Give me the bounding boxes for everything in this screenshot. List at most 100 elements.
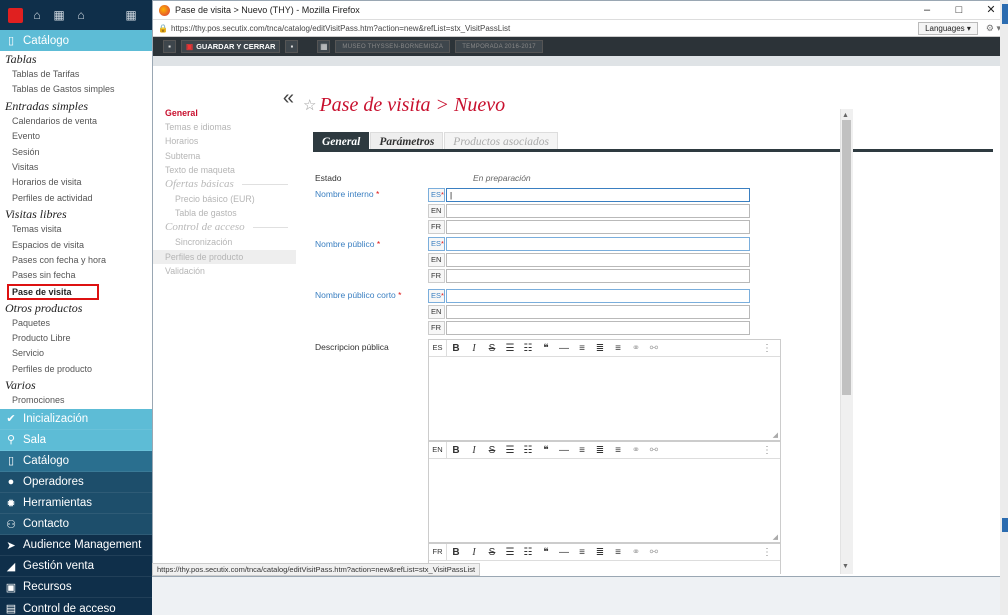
url-bar[interactable]: 🔒 https://thy.pos.secutix.com/tnca/catal… — [153, 19, 1007, 37]
save-copy-icon[interactable]: ▪ — [285, 40, 299, 53]
form-nav-item[interactable]: Subtema — [153, 149, 296, 163]
form-nav-item[interactable]: Texto de maqueta — [153, 163, 296, 177]
sidebar-item[interactable]: Espacios de visita — [0, 238, 152, 253]
form-nav-item[interactable]: Perfiles de producto — [153, 249, 296, 264]
nombre-publico-es-input[interactable] — [446, 237, 750, 251]
minimize-button[interactable]: – — [911, 1, 943, 19]
sidebar-category[interactable]: ◢ Gestión venta — [0, 556, 152, 578]
align-left-icon[interactable]: ≡ — [573, 343, 591, 354]
nombre-interno-fr-input[interactable] — [446, 220, 750, 234]
sidebar-category[interactable]: ⚲ Sala — [0, 429, 152, 451]
sidebar-item[interactable]: Servicio — [0, 346, 152, 361]
italic-icon[interactable]: I — [465, 547, 483, 558]
bullet-list-icon[interactable]: ☰ — [501, 343, 519, 354]
sidebar-item[interactable]: Evento — [0, 129, 152, 144]
maximize-button[interactable]: □ — [943, 1, 975, 19]
descripcion-en-textarea[interactable]: ◢ — [429, 459, 780, 542]
sidebar-item[interactable]: Pases con fecha y hora — [0, 253, 152, 268]
align-right-icon[interactable]: ≡ — [609, 445, 627, 456]
bold-icon[interactable]: B — [447, 343, 465, 354]
red-square-icon[interactable] — [8, 7, 23, 23]
align-center-icon[interactable]: ≣ — [591, 445, 609, 456]
sidebar-category[interactable]: ▯ Catálogo — [0, 450, 152, 472]
sidebar-category[interactable]: ▤ Control de acceso — [0, 598, 152, 615]
sidebar-item[interactable]: Visitas — [0, 160, 152, 175]
nombre-publico-corto-es-input[interactable] — [446, 289, 750, 303]
italic-icon[interactable]: I — [465, 343, 483, 354]
section-header-catalogo[interactable]: ▯ Catálogo — [0, 30, 152, 51]
numbered-list-icon[interactable]: ☷ — [519, 445, 537, 456]
align-right-icon[interactable]: ≡ — [609, 547, 627, 558]
unlink-icon[interactable]: ⚯ — [645, 547, 663, 558]
resize-grip-icon[interactable]: ◢ — [773, 533, 778, 541]
link-icon[interactable]: ⚭ — [627, 547, 645, 558]
sidebar-item[interactable]: Pases sin fecha — [0, 268, 152, 283]
align-center-icon[interactable]: ≣ — [591, 547, 609, 558]
link-icon[interactable]: ⚭ — [627, 343, 645, 354]
more-options-icon[interactable]: ⋮ — [762, 445, 772, 456]
nombre-publico-en-input[interactable] — [446, 253, 750, 267]
tab-productos-asociados[interactable]: Productos asociados — [444, 132, 559, 150]
url-text[interactable]: https://thy.pos.secutix.com/tnca/catalog… — [171, 24, 918, 33]
quote-icon[interactable]: ❝ — [537, 445, 555, 456]
strikethrough-icon[interactable]: S — [483, 343, 501, 354]
form-nav-item[interactable]: Sincronización — [153, 235, 296, 249]
building-icon[interactable]: ▦ — [51, 7, 67, 23]
form-nav-item[interactable]: Horarios — [153, 134, 296, 148]
bullet-list-icon[interactable]: ☰ — [501, 547, 519, 558]
unlink-icon[interactable]: ⚯ — [645, 445, 663, 456]
save-close-button[interactable]: ▣ GUARDAR Y CERRAR — [181, 40, 281, 53]
scroll-down-icon[interactable]: ▼ — [842, 563, 849, 570]
more-options-icon[interactable]: ⋮ — [762, 343, 772, 354]
more-options-icon[interactable]: ⋮ — [762, 547, 772, 558]
save-icon[interactable]: ▪ — [163, 40, 176, 53]
nombre-publico-corto-fr-input[interactable] — [446, 321, 750, 335]
quote-icon[interactable]: ❝ — [537, 547, 555, 558]
nombre-interno-es-input[interactable] — [446, 188, 750, 202]
scroll-up-icon[interactable]: ▲ — [842, 112, 849, 119]
horizontal-rule-icon[interactable]: — — [555, 547, 573, 558]
sidebar-item[interactable]: Sesión — [0, 145, 152, 160]
align-center-icon[interactable]: ≣ — [591, 343, 609, 354]
numbered-list-icon[interactable]: ☷ — [519, 343, 537, 354]
sidebar-category[interactable]: ● Operadores — [0, 471, 152, 494]
nombre-interno-en-input[interactable] — [446, 204, 750, 218]
descripcion-fr-textarea[interactable] — [429, 561, 780, 574]
align-right-icon[interactable]: ≡ — [609, 343, 627, 354]
nombre-publico-corto-en-input[interactable] — [446, 305, 750, 319]
quote-icon[interactable]: ❝ — [537, 343, 555, 354]
form-nav-item[interactable]: Tabla de gastos — [153, 206, 296, 220]
sidebar-category[interactable]: ▣ Recursos — [0, 577, 152, 599]
sidebar-item[interactable]: Pase de visita — [7, 283, 99, 300]
bullet-list-icon[interactable]: ☰ — [501, 445, 519, 456]
sidebar-item[interactable]: Temas visita — [0, 222, 152, 237]
sidebar-category[interactable]: ⚇ Contacto — [0, 514, 152, 536]
sidebar-category[interactable]: ✔ Inicialización — [0, 408, 152, 430]
resize-grip-icon[interactable]: ◢ — [773, 431, 778, 439]
sidebar-category[interactable]: ✹ Herramientas — [0, 493, 152, 515]
italic-icon[interactable]: I — [465, 445, 483, 456]
sidebar-item[interactable]: Tablas de Tarifas — [0, 67, 152, 82]
sidebar-item[interactable]: Paquetes — [0, 316, 152, 331]
horizontal-rule-icon[interactable]: — — [555, 445, 573, 456]
star-icon[interactable]: ☆ — [303, 96, 316, 115]
descripcion-es-textarea[interactable]: ◢ — [429, 357, 780, 440]
align-left-icon[interactable]: ≡ — [573, 445, 591, 456]
sidebar-item[interactable]: Horarios de visita — [0, 175, 152, 190]
form-nav-item[interactable]: Temas e idiomas — [153, 120, 296, 134]
bank-icon[interactable]: ⌂ — [29, 7, 45, 23]
sidebar-item[interactable]: Perfiles de producto — [0, 362, 152, 377]
sidebar-item[interactable]: Promociones — [0, 393, 152, 408]
form-nav-item[interactable]: Validación — [153, 264, 296, 278]
strikethrough-icon[interactable]: S — [483, 445, 501, 456]
form-nav-item[interactable]: General — [153, 106, 296, 120]
nombre-publico-fr-input[interactable] — [446, 269, 750, 283]
strikethrough-icon[interactable]: S — [483, 547, 501, 558]
numbered-list-icon[interactable]: ☷ — [519, 547, 537, 558]
bold-icon[interactable]: B — [447, 445, 465, 456]
extension-icon[interactable]: ⚙ ▾ — [986, 23, 1001, 34]
home-icon[interactable]: ⌂ — [73, 7, 89, 23]
align-left-icon[interactable]: ≡ — [573, 547, 591, 558]
building-icon[interactable]: ▦ — [123, 7, 139, 23]
sidebar-item[interactable]: Producto Libre — [0, 331, 152, 346]
